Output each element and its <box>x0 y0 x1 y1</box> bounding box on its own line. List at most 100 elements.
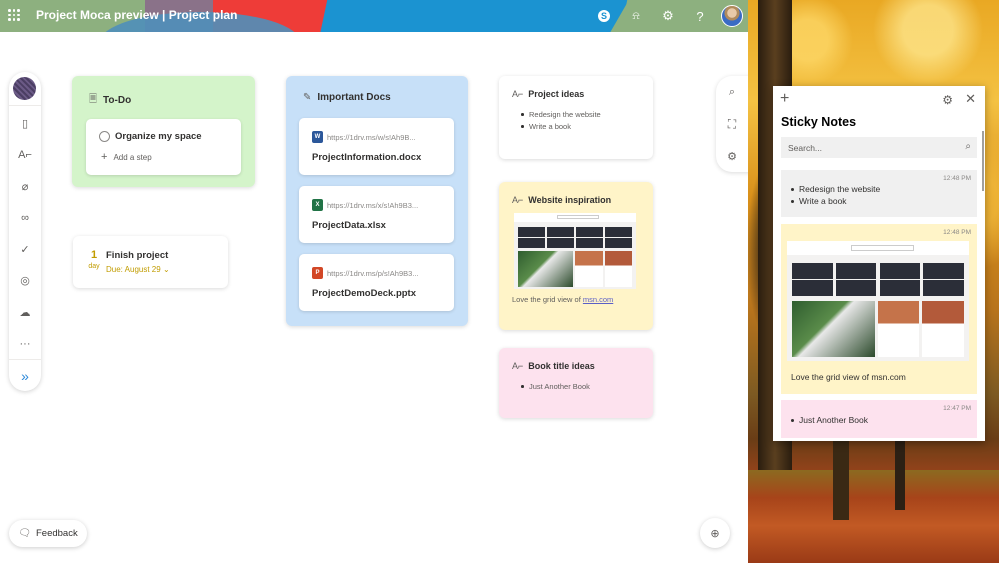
feedback-icon: 🗨 <box>18 528 31 539</box>
task-card[interactable]: 1 day Finish project Due: August 29 ⌄ <box>73 236 228 288</box>
close-button[interactable]: ✕ <box>965 91 976 107</box>
text-note-icon: A⌐ <box>512 195 524 205</box>
complete-checkbox[interactable] <box>99 131 110 142</box>
note-caption: Love the grid view of msn.com <box>791 372 906 382</box>
weather-icon: ☁ <box>19 306 31 319</box>
new-note-button[interactable]: + <box>780 90 789 108</box>
help-icon: ? <box>696 8 704 24</box>
todo-list-icon: 🗏 <box>89 94 98 105</box>
doc-url[interactable]: https://1drv.ms/x/s!Ah9B3... <box>327 201 418 210</box>
avatar[interactable] <box>721 5 743 27</box>
task-title: Organize my space <box>115 131 202 142</box>
settings-button[interactable]: ⚙ <box>724 148 740 164</box>
rail-item-text-note[interactable]: A⌐ <box>9 144 41 166</box>
msn-link[interactable]: msn.com <box>583 295 613 304</box>
gear-icon: ⚙ <box>727 150 737 163</box>
note-timestamp: 12:47 PM <box>943 405 971 412</box>
goal-target-icon: ◎ <box>20 275 30 287</box>
notifications-button[interactable]: ⍾ <box>620 0 652 32</box>
rail-item-attachment[interactable]: ⌀ <box>9 175 41 197</box>
scrollbar[interactable] <box>982 131 984 191</box>
feedback-button[interactable]: 🗨 Feedback <box>9 520 87 547</box>
project-moca-app: Project Moca preview | Project plan S ⍾ … <box>0 0 748 563</box>
settings-button[interactable]: ⚙ <box>652 0 684 32</box>
todo-board[interactable]: 🗏 To-Do Organize my space + Add a step <box>72 76 255 187</box>
link-icon: ∞ <box>21 211 29 224</box>
doc-url[interactable]: https://1drv.ms/w/s!Ah9B... <box>327 133 416 142</box>
add-step-button[interactable]: + Add a step <box>101 151 152 163</box>
doc-card-word[interactable]: Whttps://1drv.ms/w/s!Ah9B... ProjectInfor… <box>299 118 454 175</box>
right-toolbar: ⌕ ⛶ ⚙ <box>716 76 748 172</box>
skype-button[interactable]: S <box>588 0 620 32</box>
sticky-note[interactable]: 12:48 PM Redesign the website Write a bo… <box>781 170 977 217</box>
due-date: Due: August 29 <box>106 265 161 274</box>
note-timestamp: 12:48 PM <box>943 229 971 236</box>
search-icon: ⌕ <box>965 141 971 152</box>
sticky-notes-window: + ⚙ ✕ Sticky Notes Search... ⌕ 12:48 PM R… <box>773 86 985 441</box>
space-avatar[interactable] <box>13 77 36 100</box>
sticky-note[interactable]: 12:48 PM Love the grid view of msn.com <box>781 224 977 394</box>
divider <box>9 359 41 360</box>
doc-name: ProjectDemoDeck.pptx <box>312 288 417 299</box>
more-icon: ··· <box>19 337 31 350</box>
important-docs-board[interactable]: ✎ Important Docs Whttps://1drv.ms/w/s!Ah9… <box>286 76 468 326</box>
divider <box>9 105 41 106</box>
sticky-note[interactable]: 12:47 PM Just Another Book <box>781 400 977 438</box>
excel-file-icon: X <box>312 199 323 211</box>
msn-screenshot-image <box>787 241 969 361</box>
note-project-ideas[interactable]: A⌐ Project ideas Redesign the website Wri… <box>499 76 653 159</box>
note-title: Book title ideas <box>528 361 595 371</box>
expand-button[interactable]: » <box>9 365 41 387</box>
task-check-icon: ✓ <box>20 243 30 256</box>
zoom-button[interactable]: ⊕ <box>700 518 730 548</box>
app-header: Project Moca preview | Project plan S ⍾ … <box>0 0 748 32</box>
document-edit-icon: ✎ <box>303 92 312 103</box>
due-date-dropdown[interactable]: Due: August 29 ⌄ <box>106 265 170 274</box>
rail-item-task-check[interactable]: ✓ <box>9 238 41 260</box>
settings-button[interactable]: ⚙ <box>942 93 953 107</box>
zoom-in-icon: ⊕ <box>710 527 720 540</box>
doc-name: ProjectData.xlsx <box>312 220 386 231</box>
fullscreen-button[interactable]: ⛶ <box>724 116 740 132</box>
help-button[interactable]: ? <box>684 0 716 32</box>
todo-task-card[interactable]: Organize my space + Add a step <box>86 119 241 175</box>
list-item: Redesign the website <box>791 184 880 194</box>
attachment-icon: ⌀ <box>21 180 29 193</box>
rail-item-goal-target[interactable]: ◎ <box>9 270 41 292</box>
gear-icon: ⚙ <box>942 93 953 107</box>
doc-name: ProjectInformation.docx <box>312 152 422 163</box>
search-placeholder: Search... <box>788 143 823 153</box>
feedback-label: Feedback <box>35 528 78 539</box>
search-input[interactable]: Search... ⌕ <box>781 137 977 158</box>
chevron-double-right-icon: » <box>21 368 29 384</box>
search-button[interactable]: ⌕ <box>724 84 740 100</box>
msn-screenshot-image <box>514 213 636 289</box>
note-book-title-ideas[interactable]: A⌐ Book title ideas Just Another Book <box>499 348 653 418</box>
page-title: Project Moca preview | Project plan <box>36 8 238 22</box>
rail-item-link[interactable]: ∞ <box>9 207 41 229</box>
rail-item-weather[interactable]: ☁ <box>9 301 41 323</box>
gear-icon: ⚙ <box>662 8 674 23</box>
days-unit: day <box>88 263 100 270</box>
list-item: Just Another Book <box>521 382 590 391</box>
list-item: Write a book <box>521 122 601 131</box>
board-title: Important Docs <box>317 92 391 103</box>
bell-icon: ⍾ <box>632 9 640 22</box>
note-title: Project ideas <box>528 89 585 99</box>
days-count: 1 <box>90 249 98 261</box>
skype-icon: S <box>598 10 610 22</box>
text-note-icon: A⌐ <box>512 89 524 99</box>
doc-card-powerpoint[interactable]: Phttps://1drv.ms/p/s!Ah9B3... ProjectDemo… <box>299 254 454 311</box>
task-title: Finish project <box>106 250 169 261</box>
waffle-icon[interactable] <box>8 9 20 21</box>
rail-item-contact-card[interactable]: ▯ <box>9 112 41 134</box>
rail-item-more[interactable]: ··· <box>9 333 41 355</box>
list-item: Just Another Book <box>791 415 868 425</box>
doc-url[interactable]: https://1drv.ms/p/s!Ah9B3... <box>327 269 419 278</box>
note-website-inspiration[interactable]: A⌐ Website inspiration Love the grid view… <box>499 182 653 330</box>
doc-card-excel[interactable]: Xhttps://1drv.ms/x/s!Ah9B3... ProjectData… <box>299 186 454 243</box>
search-icon: ⌕ <box>728 85 736 98</box>
text-note-icon: A⌐ <box>18 148 32 161</box>
word-file-icon: W <box>312 131 323 143</box>
board-title: To-Do <box>103 95 132 106</box>
